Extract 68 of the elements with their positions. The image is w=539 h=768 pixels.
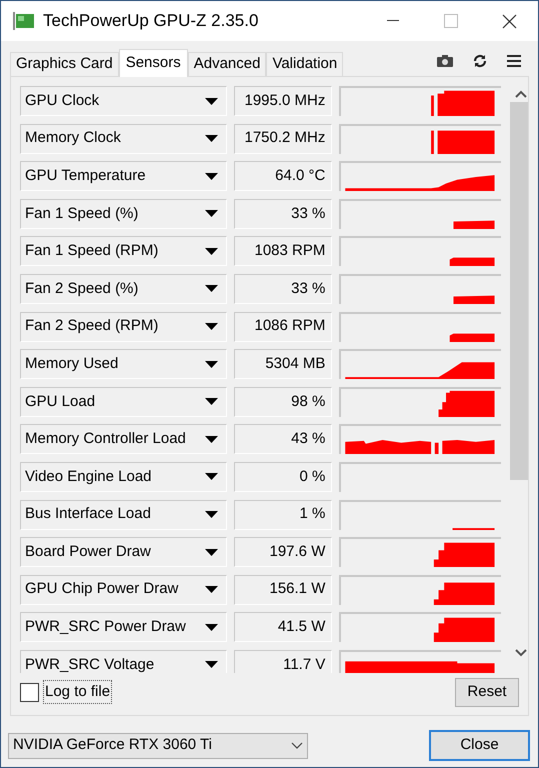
caret-icon: [204, 98, 218, 104]
sensor-dropdown[interactable]: Fan 2 Speed (RPM): [20, 312, 227, 342]
log-checkbox[interactable]: [20, 682, 39, 702]
sensor-value: 1 %: [234, 500, 332, 530]
tab[interactable]: Graphics Card: [10, 52, 119, 76]
sensor-dropdown[interactable]: GPU Load: [20, 386, 227, 417]
caret-icon: [204, 473, 218, 480]
sensor-value: 1750.2 MHz: [234, 124, 332, 154]
sensor-dropdown[interactable]: GPU Temperature: [20, 161, 227, 192]
sensor-dropdown[interactable]: PWR_SRC Power Draw: [20, 612, 227, 642]
sensor-value: 33 %: [234, 198, 332, 229]
window-title: TechPowerUp GPU-Z 2.35.0: [43, 10, 258, 32]
tab[interactable]: Validation: [266, 52, 344, 76]
sensor-dropdown[interactable]: Memory Clock: [20, 124, 227, 154]
sensor-dropdown[interactable]: Board Power Draw: [20, 537, 227, 568]
sensor-value: 1083 RPM: [234, 236, 332, 266]
sensor-dropdown[interactable]: PWR_SRC Voltage: [20, 650, 227, 673]
refresh-icon[interactable]: [473, 54, 487, 68]
caret-icon: [204, 323, 218, 330]
caret-icon: [204, 548, 218, 556]
caret-icon: [204, 661, 218, 668]
sensor-value: 41.5 W: [234, 612, 332, 642]
gpu-select[interactable]: NVIDIA GeForce RTX 3060 Ti: [8, 732, 308, 758]
sensor-value: 1995.0 MHz: [234, 86, 332, 116]
reset-button[interactable]: Reset: [455, 678, 519, 706]
sensor-dropdown[interactable]: Fan 2 Speed (%): [20, 274, 227, 304]
camera-icon[interactable]: [437, 55, 453, 67]
checkbox-label[interactable]: Log to file: [43, 680, 112, 704]
chevron-down-icon: [291, 742, 303, 749]
sensor-dropdown[interactable]: Fan 1 Speed (%): [20, 198, 227, 229]
sensor-dropdown[interactable]: Video Engine Load: [20, 462, 227, 492]
caret-icon: [204, 624, 218, 631]
caret-icon: [204, 210, 218, 218]
sensor-dropdown[interactable]: Memory Used: [20, 349, 227, 380]
caret-icon: [204, 436, 218, 443]
tab[interactable]: Sensors: [118, 49, 188, 77]
menu-icon[interactable]: [507, 55, 521, 67]
scroll-up-icon[interactable]: [515, 90, 527, 98]
sensor-dropdown[interactable]: Bus Interface Load: [20, 500, 227, 530]
sensor-value: 33 %: [234, 274, 332, 304]
sensor-dropdown[interactable]: Fan 1 Speed (RPM): [20, 236, 227, 266]
caret-icon: [204, 285, 218, 292]
caret-icon: [204, 586, 218, 594]
sensor-dropdown[interactable]: Memory Controller Load: [20, 424, 227, 454]
sensor-value: 43 %: [234, 424, 332, 454]
caret-icon: [204, 360, 218, 368]
sensor-value: 98 %: [234, 386, 332, 417]
sensor-value: 156.1 W: [234, 574, 332, 605]
caret-icon: [204, 248, 218, 255]
close-icon: [502, 14, 516, 28]
sensor-value: 0 %: [234, 462, 332, 492]
sensor-value: 5304 MB: [234, 349, 332, 380]
caret-icon: [204, 398, 218, 406]
sensor-value: 1086 RPM: [234, 312, 332, 342]
sensor-dropdown[interactable]: GPU Clock: [20, 86, 227, 116]
close-button[interactable]: Close: [429, 730, 530, 761]
caret-icon: [204, 135, 218, 142]
graphics-card-icon: [13, 11, 35, 31]
sensor-dropdown[interactable]: GPU Chip Power Draw: [20, 574, 227, 605]
scroll-down-icon[interactable]: [515, 649, 527, 657]
maximize-icon: [444, 14, 458, 28]
caret-icon: [204, 172, 218, 180]
sensor-value: 11.7 V: [234, 650, 332, 673]
tab[interactable]: Advanced: [188, 52, 266, 76]
caret-icon: [204, 511, 218, 518]
sensor-value: 197.6 W: [234, 537, 332, 568]
sensor-value: 64.0 °C: [234, 161, 332, 192]
minimize-icon: [387, 20, 399, 22]
